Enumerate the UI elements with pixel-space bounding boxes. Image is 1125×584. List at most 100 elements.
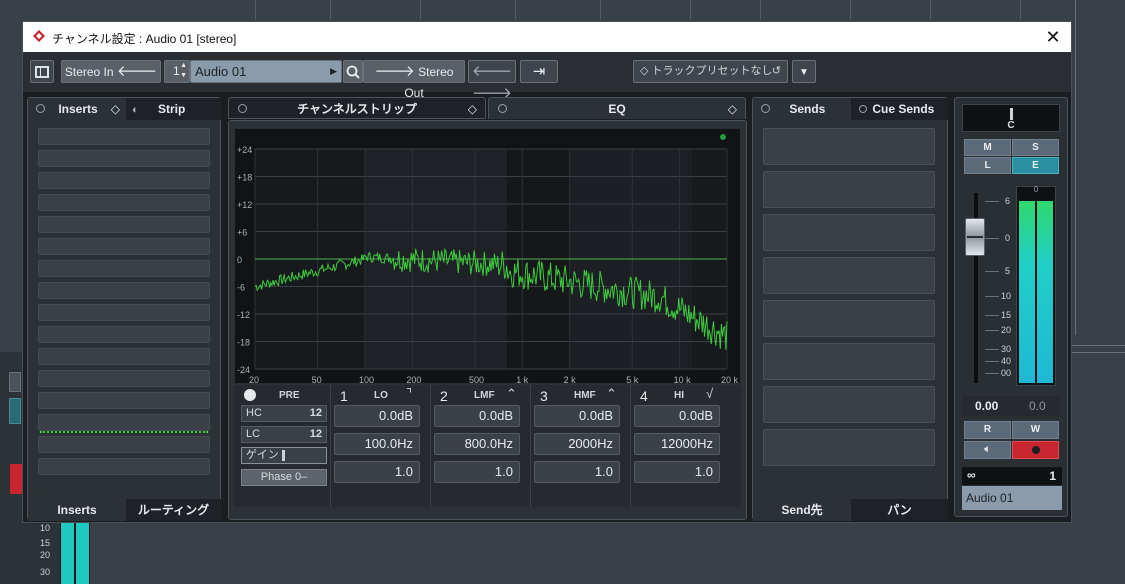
band-freq-field[interactable]: 12000Hz: [634, 433, 720, 455]
search-button[interactable]: [343, 60, 363, 83]
band-gain-field[interactable]: 0.0dB: [434, 405, 520, 427]
insert-slot[interactable]: [38, 304, 210, 321]
filter-shape-icon[interactable]: √: [706, 386, 713, 401]
track-preset-field[interactable]: ◇ トラックプリセットなし ↺: [633, 60, 788, 83]
eq-panel: +24 +18 +12 +6 0 -6 -12 -18 -24 20 50 100 200 500 1 k 2…: [228, 120, 747, 520]
eq-curve-display[interactable]: +24 +18 +12 +6 0 -6 -12 -18 -2420 50 100 200 500 1 k 2…: [235, 129, 740, 383]
send-slot[interactable]: [763, 429, 935, 466]
insert-slot[interactable]: [38, 150, 210, 167]
band-gain-field[interactable]: 0.0dB: [534, 405, 620, 427]
meter-peak-value[interactable]: 0.0: [1029, 399, 1046, 413]
write-automation-button[interactable]: W: [1012, 421, 1059, 439]
hc-filter-button[interactable]: HC 12: [241, 405, 327, 422]
refresh-icon[interactable]: ↺: [772, 61, 781, 82]
lc-filter-button[interactable]: LC 12: [241, 426, 327, 443]
tab-strip[interactable]: ◐ Strip: [126, 98, 221, 120]
bypass-dot-icon[interactable]: [761, 104, 770, 113]
channel-number-stepper[interactable]: 1 ▲ ▼: [164, 60, 190, 83]
send-slot[interactable]: [763, 257, 935, 294]
follow-selection-button[interactable]: ⇥: [520, 60, 558, 83]
eq-x-label: 500: [469, 375, 484, 383]
tab-eq[interactable]: EQ ◇: [488, 97, 746, 119]
band-q-field[interactable]: 1.0: [634, 461, 720, 483]
lc-label: LC: [246, 428, 261, 440]
preset-diamond-icon[interactable]: ◇: [468, 98, 477, 120]
eq-power-icon[interactable]: [244, 389, 256, 401]
phase-button[interactable]: Phase 0–: [241, 469, 327, 486]
close-button[interactable]: ✕: [1041, 25, 1065, 49]
fader-scale-label: 0: [1005, 233, 1011, 243]
send-slot[interactable]: [763, 128, 935, 165]
send-slot[interactable]: [763, 214, 935, 251]
mute-button[interactable]: M: [964, 139, 1011, 156]
pan-control[interactable]: C: [962, 104, 1060, 132]
bottom-tab-inserts[interactable]: Inserts: [28, 499, 126, 521]
filter-shape-icon[interactable]: ⌃: [606, 386, 617, 402]
tab-sends[interactable]: Sends: [753, 98, 851, 120]
record-enable-button[interactable]: [1012, 441, 1059, 459]
band-freq-field[interactable]: 2000Hz: [534, 433, 620, 455]
volume-fader-handle[interactable]: [965, 218, 985, 256]
tab-cue-sends[interactable]: Cue Sends: [851, 98, 948, 120]
tab-inserts[interactable]: Inserts ◇: [28, 98, 126, 120]
channel-name-field[interactable]: Audio 01 ▶: [190, 60, 342, 83]
filter-shape-icon[interactable]: ⌝: [406, 386, 412, 402]
insert-slot[interactable]: [38, 260, 210, 277]
send-slot[interactable]: [763, 300, 935, 337]
insert-slot[interactable]: [38, 216, 210, 233]
band-q-field[interactable]: 1.0: [334, 461, 420, 483]
band-freq-field[interactable]: 100.0Hz: [334, 433, 420, 455]
insert-slot[interactable]: [38, 172, 210, 189]
layout-button[interactable]: [30, 60, 54, 83]
bottom-tab-send-dest[interactable]: Send先: [753, 499, 851, 521]
band-gain-field[interactable]: 0.0dB: [634, 405, 720, 427]
insert-slot[interactable]: [38, 194, 210, 211]
insert-slot[interactable]: [38, 128, 210, 145]
band-q-field[interactable]: 1.0: [434, 461, 520, 483]
insert-slot[interactable]: [38, 326, 210, 343]
output-routing-button[interactable]: 🡒 Stereo Out: [363, 60, 465, 100]
insert-slot[interactable]: [38, 370, 210, 387]
search-icon: [346, 65, 360, 79]
preset-diamond-icon[interactable]: ◇: [728, 98, 737, 120]
filter-shape-icon[interactable]: ⌃: [506, 386, 517, 402]
bypass-dot-icon[interactable]: [859, 105, 867, 113]
band-q-field[interactable]: 1.0: [534, 461, 620, 483]
fader-channel-name[interactable]: Audio 01: [962, 486, 1062, 510]
preset-menu-button[interactable]: ▼: [792, 60, 816, 83]
insert-slot[interactable]: [38, 282, 210, 299]
previous-channel-icon[interactable]: 🡐: [472, 63, 512, 80]
solo-button[interactable]: S: [1012, 139, 1059, 156]
send-slot[interactable]: [763, 343, 935, 380]
preset-diamond-icon[interactable]: ◇: [111, 98, 120, 120]
send-slot[interactable]: [763, 171, 935, 208]
insert-slot[interactable]: [38, 348, 210, 365]
bottom-tab-pan[interactable]: パン: [851, 499, 948, 521]
bottom-tab-routing[interactable]: ルーティング: [126, 499, 221, 521]
volume-value[interactable]: 0.00: [975, 399, 998, 413]
edit-button[interactable]: E: [1012, 157, 1059, 174]
insert-slot[interactable]: [38, 436, 210, 453]
bypass-dot-icon[interactable]: [238, 104, 247, 113]
insert-slot[interactable]: [38, 238, 210, 255]
send-slot[interactable]: [763, 386, 935, 423]
insert-slot[interactable]: [38, 392, 210, 409]
insert-slot[interactable]: [38, 458, 210, 475]
gain-slider-handle[interactable]: [282, 450, 285, 461]
band-gain-field[interactable]: 0.0dB: [334, 405, 420, 427]
grid-line: [255, 0, 256, 20]
input-routing-button[interactable]: Stereo In 🡐: [61, 60, 161, 83]
bypass-dot-icon[interactable]: [498, 104, 507, 113]
band-number: 1: [340, 388, 348, 404]
read-automation-button[interactable]: R: [964, 421, 1011, 439]
insert-slot[interactable]: [38, 414, 210, 431]
post-fader-divider: [40, 431, 208, 433]
band-freq-field[interactable]: 800.0Hz: [434, 433, 520, 455]
gain-slider[interactable]: ゲイン: [241, 447, 327, 464]
listen-button[interactable]: L: [964, 157, 1011, 174]
eq-graph[interactable]: +24 +18 +12 +6 0 -6 -12 -18 -24 20 50 100 200 500 1 k 2…: [234, 128, 741, 384]
tab-channel-strip[interactable]: チャンネルストリップ ◇: [228, 97, 486, 119]
bypass-dot-icon[interactable]: [36, 104, 45, 113]
nav-arrows[interactable]: 🡐 🡒: [468, 60, 516, 102]
monitor-button[interactable]: 🔈︎: [964, 441, 1011, 459]
